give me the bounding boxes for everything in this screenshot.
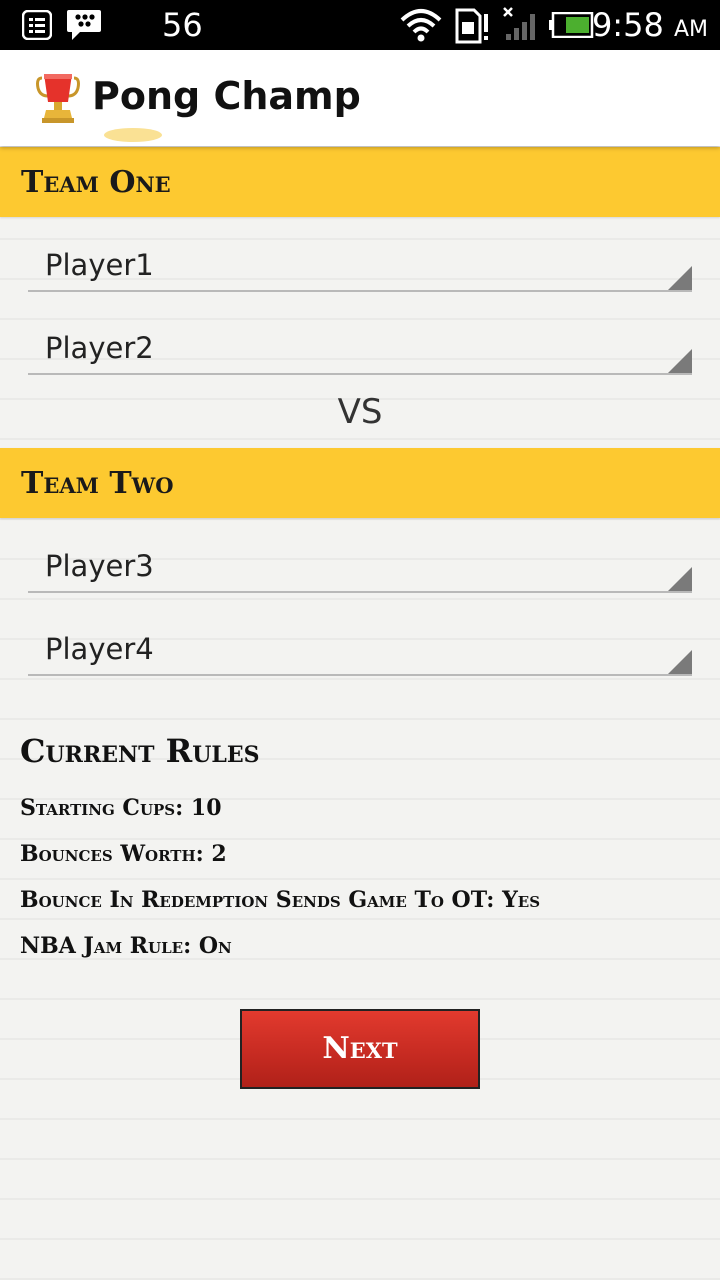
wifi-icon bbox=[400, 8, 442, 47]
rule-item-bounces-worth: Bounces Worth: 2 bbox=[20, 841, 227, 867]
bbm-icon bbox=[66, 8, 102, 47]
notification-count: 56 bbox=[162, 6, 203, 44]
team-two-player-two-dropdown[interactable]: Player4 bbox=[28, 604, 692, 676]
ping-pong-ball-icon bbox=[104, 128, 162, 142]
rule-item-starting-cups: Starting Cups: 10 bbox=[20, 795, 222, 821]
status-bar: 56 9:58 AM bbox=[0, 0, 720, 50]
dropdown-value: Player2 bbox=[45, 331, 154, 365]
clock: 9:58 AM bbox=[591, 6, 708, 44]
dropdown-arrow-icon bbox=[668, 567, 692, 591]
dropdown-value: Player1 bbox=[45, 248, 154, 282]
dropdown-arrow-icon bbox=[668, 349, 692, 373]
menu-icon bbox=[21, 9, 53, 45]
dropdown-arrow-icon bbox=[668, 266, 692, 290]
team-one-header: Team One bbox=[0, 147, 720, 217]
dropdown-value: Player4 bbox=[45, 632, 154, 666]
dropdown-value: Player3 bbox=[45, 549, 154, 583]
team-two-player-one-dropdown[interactable]: Player3 bbox=[28, 521, 692, 593]
app-title: Pong Champ bbox=[92, 74, 361, 118]
signal-icon bbox=[502, 6, 538, 47]
app-bar: Pong Champ bbox=[0, 50, 720, 146]
team-one-player-two-dropdown[interactable]: Player2 bbox=[28, 303, 692, 375]
trophy-cup-icon bbox=[36, 72, 80, 124]
team-two-header: Team Two bbox=[0, 448, 720, 518]
versus-label: VS bbox=[337, 392, 383, 432]
sim-alert-icon bbox=[454, 8, 490, 49]
dropdown-arrow-icon bbox=[668, 650, 692, 674]
battery-icon bbox=[548, 11, 594, 43]
rule-item-nba-jam: NBA Jam Rule: On bbox=[20, 933, 232, 959]
next-button[interactable]: Next bbox=[240, 1009, 480, 1089]
team-one-player-one-dropdown[interactable]: Player1 bbox=[28, 220, 692, 292]
rule-item-bounce-redemption: Bounce In Redemption Sends Game To OT: Y… bbox=[20, 887, 541, 913]
rules-title: Current Rules bbox=[20, 732, 260, 770]
